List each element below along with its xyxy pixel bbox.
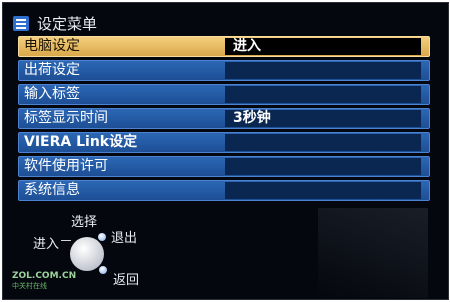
nav-return-label: 返回 bbox=[113, 273, 140, 288]
zol-watermark: ZOL.COM.CN 中关村在线 bbox=[12, 271, 76, 291]
menu-item-label: 软件使用许可 bbox=[24, 158, 108, 174]
menu-list-icon bbox=[13, 15, 29, 31]
settings-menu: 电脑设定 进入 出荷设定 输入标签 标签显示时间 3秒钟 VIERA Link设… bbox=[18, 36, 430, 204]
menu-title-bar: 设定菜单 bbox=[13, 11, 97, 35]
nav-enter-connector bbox=[61, 240, 71, 241]
menu-item-system-info[interactable]: 系统信息 bbox=[18, 180, 430, 201]
menu-item-label: 标签显示时间 bbox=[24, 110, 108, 126]
menu-item-label-display-time[interactable]: 标签显示时间 3秒钟 bbox=[18, 108, 430, 129]
menu-item-label: 电脑设定 bbox=[24, 38, 80, 54]
menu-item-value-box bbox=[225, 62, 421, 79]
page-title: 设定菜单 bbox=[37, 14, 98, 33]
menu-item-value-box bbox=[225, 134, 421, 151]
tv-screen: 设定菜单 电脑设定 进入 出荷设定 输入标签 标签显示时间 3秒钟 VIERA … bbox=[2, 2, 449, 300]
dpad-icon bbox=[70, 237, 104, 271]
menu-item-label: 出荷设定 bbox=[24, 62, 80, 78]
menu-item-label: VIERA Link设定 bbox=[24, 134, 138, 150]
menu-item-value-box bbox=[225, 182, 421, 199]
watermark-sub: 中关村在线 bbox=[12, 282, 47, 290]
menu-item-software-license[interactable]: 软件使用许可 bbox=[18, 156, 430, 177]
menu-item-input-label[interactable]: 输入标签 bbox=[18, 84, 430, 105]
nav-select-label: 选择 bbox=[71, 215, 98, 230]
screen-reflection bbox=[318, 208, 428, 298]
menu-item-value-box: 进入 bbox=[225, 38, 421, 55]
watermark-site: ZOL.COM.CN bbox=[12, 271, 77, 281]
menu-item-value-box: 3秒钟 bbox=[225, 110, 421, 127]
exit-button-icon bbox=[98, 233, 106, 241]
menu-item-pc-settings[interactable]: 电脑设定 进入 bbox=[18, 36, 430, 57]
return-button-icon bbox=[99, 266, 107, 274]
nav-exit-label: 退出 bbox=[111, 231, 138, 246]
menu-item-value: 3秒钟 bbox=[233, 110, 271, 126]
menu-item-label: 系统信息 bbox=[24, 182, 80, 198]
menu-item-value-box bbox=[225, 86, 421, 103]
menu-item-factory-settings[interactable]: 出荷设定 bbox=[18, 60, 430, 81]
menu-item-value: 进入 bbox=[233, 38, 261, 54]
nav-enter-label: 进入 bbox=[33, 237, 60, 252]
menu-item-label: 输入标签 bbox=[24, 86, 80, 102]
menu-item-viera-link[interactable]: VIERA Link设定 bbox=[18, 132, 430, 153]
menu-item-value-box bbox=[225, 158, 421, 175]
